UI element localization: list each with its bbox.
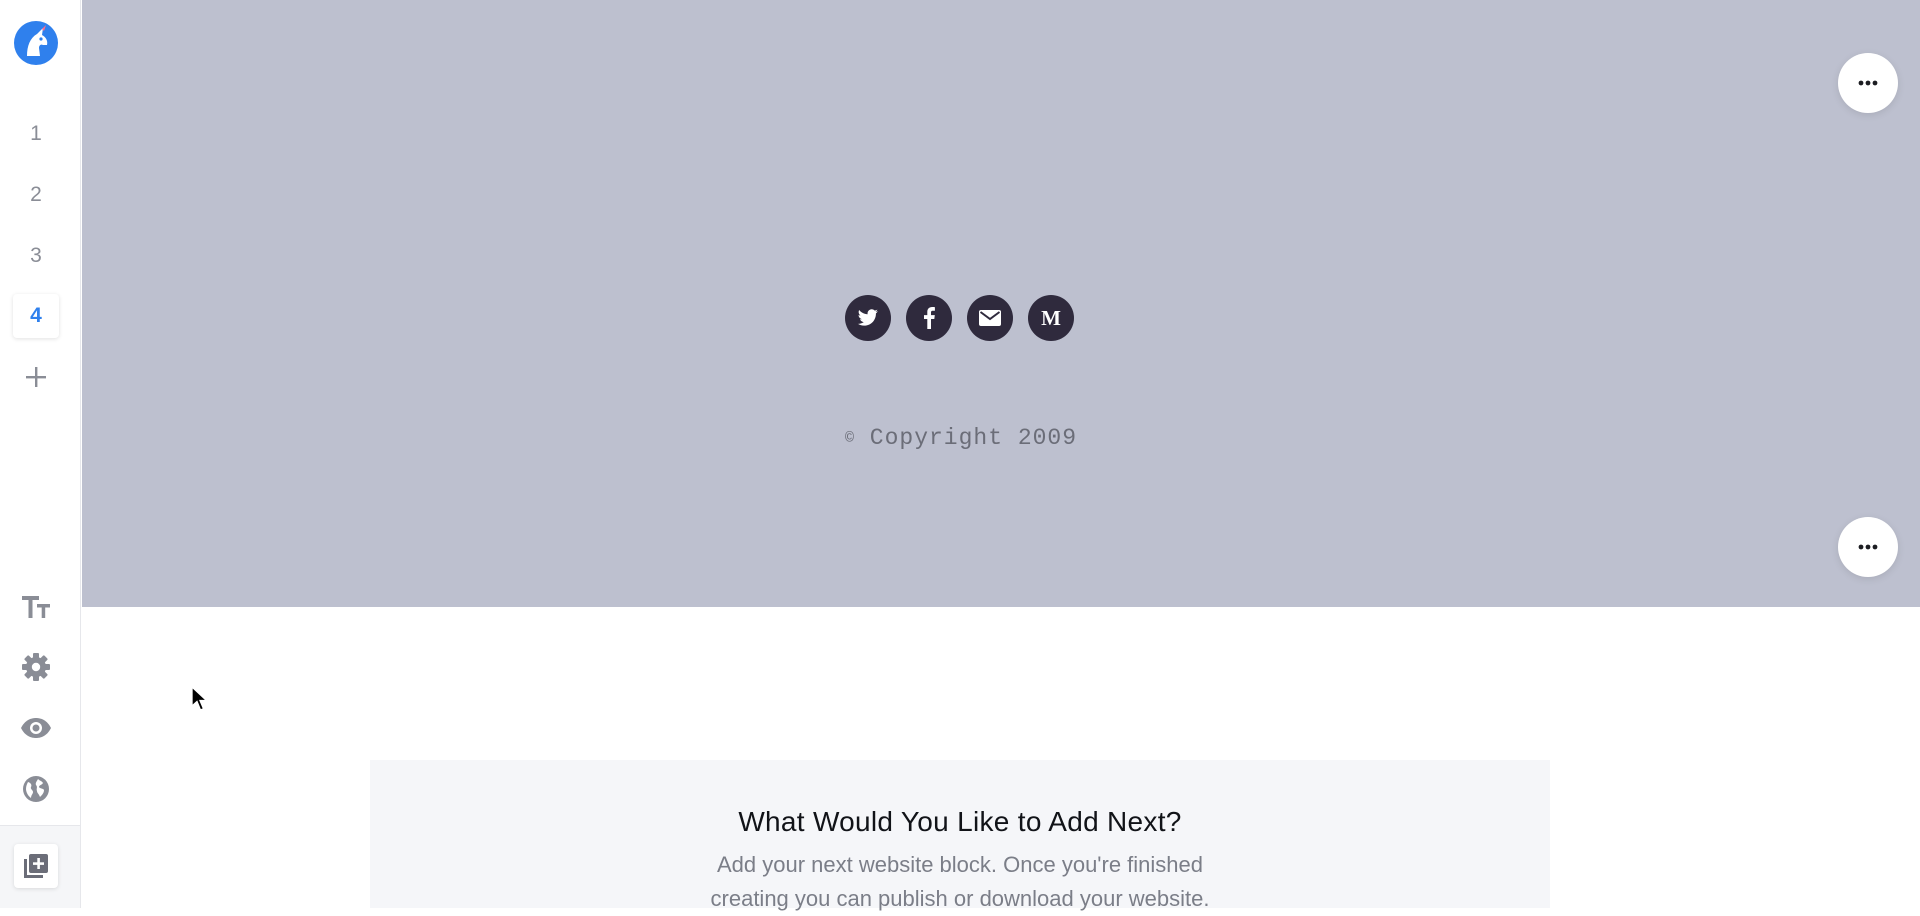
add-next-description: Add your next website block. Once you're… <box>710 852 1210 911</box>
mouse-cursor-icon <box>191 685 209 717</box>
svg-text:M: M <box>1041 308 1061 328</box>
add-block-icon[interactable] <box>14 844 58 888</box>
medium-icon[interactable]: M <box>1028 295 1074 341</box>
add-next-title: What Would You Like to Add Next? <box>738 806 1182 837</box>
globe-icon[interactable] <box>16 769 56 809</box>
more-dots-icon <box>1858 544 1878 550</box>
page-item-4[interactable]: 4 <box>13 294 59 338</box>
eye-icon[interactable] <box>16 708 56 748</box>
facebook-icon[interactable] <box>906 295 952 341</box>
block-options-button-top[interactable] <box>1838 53 1898 113</box>
more-dots-icon <box>1858 80 1878 86</box>
footer-block: M © Copyright 2009 <box>82 0 1920 607</box>
text-size-icon[interactable] <box>16 587 56 627</box>
social-links: M <box>845 295 1074 341</box>
sidebar-bottom <box>0 825 80 908</box>
block-options-button-bottom[interactable] <box>1838 517 1898 577</box>
twitter-icon[interactable] <box>845 295 891 341</box>
email-icon[interactable] <box>967 295 1013 341</box>
add-next-block-panel[interactable]: What Would You Like to Add Next? Add you… <box>370 760 1550 911</box>
copyright-text: © Copyright 2009 <box>844 425 1078 451</box>
page-item-2[interactable]: 2 <box>13 173 59 217</box>
sidebar: 1 2 3 4 <box>0 0 81 908</box>
gear-icon[interactable] <box>16 647 56 687</box>
page-item-3[interactable]: 3 <box>13 234 59 278</box>
page-item-1[interactable]: 1 <box>13 112 59 156</box>
unicorn-logo-icon[interactable] <box>13 20 59 66</box>
plus-icon[interactable] <box>16 357 56 397</box>
